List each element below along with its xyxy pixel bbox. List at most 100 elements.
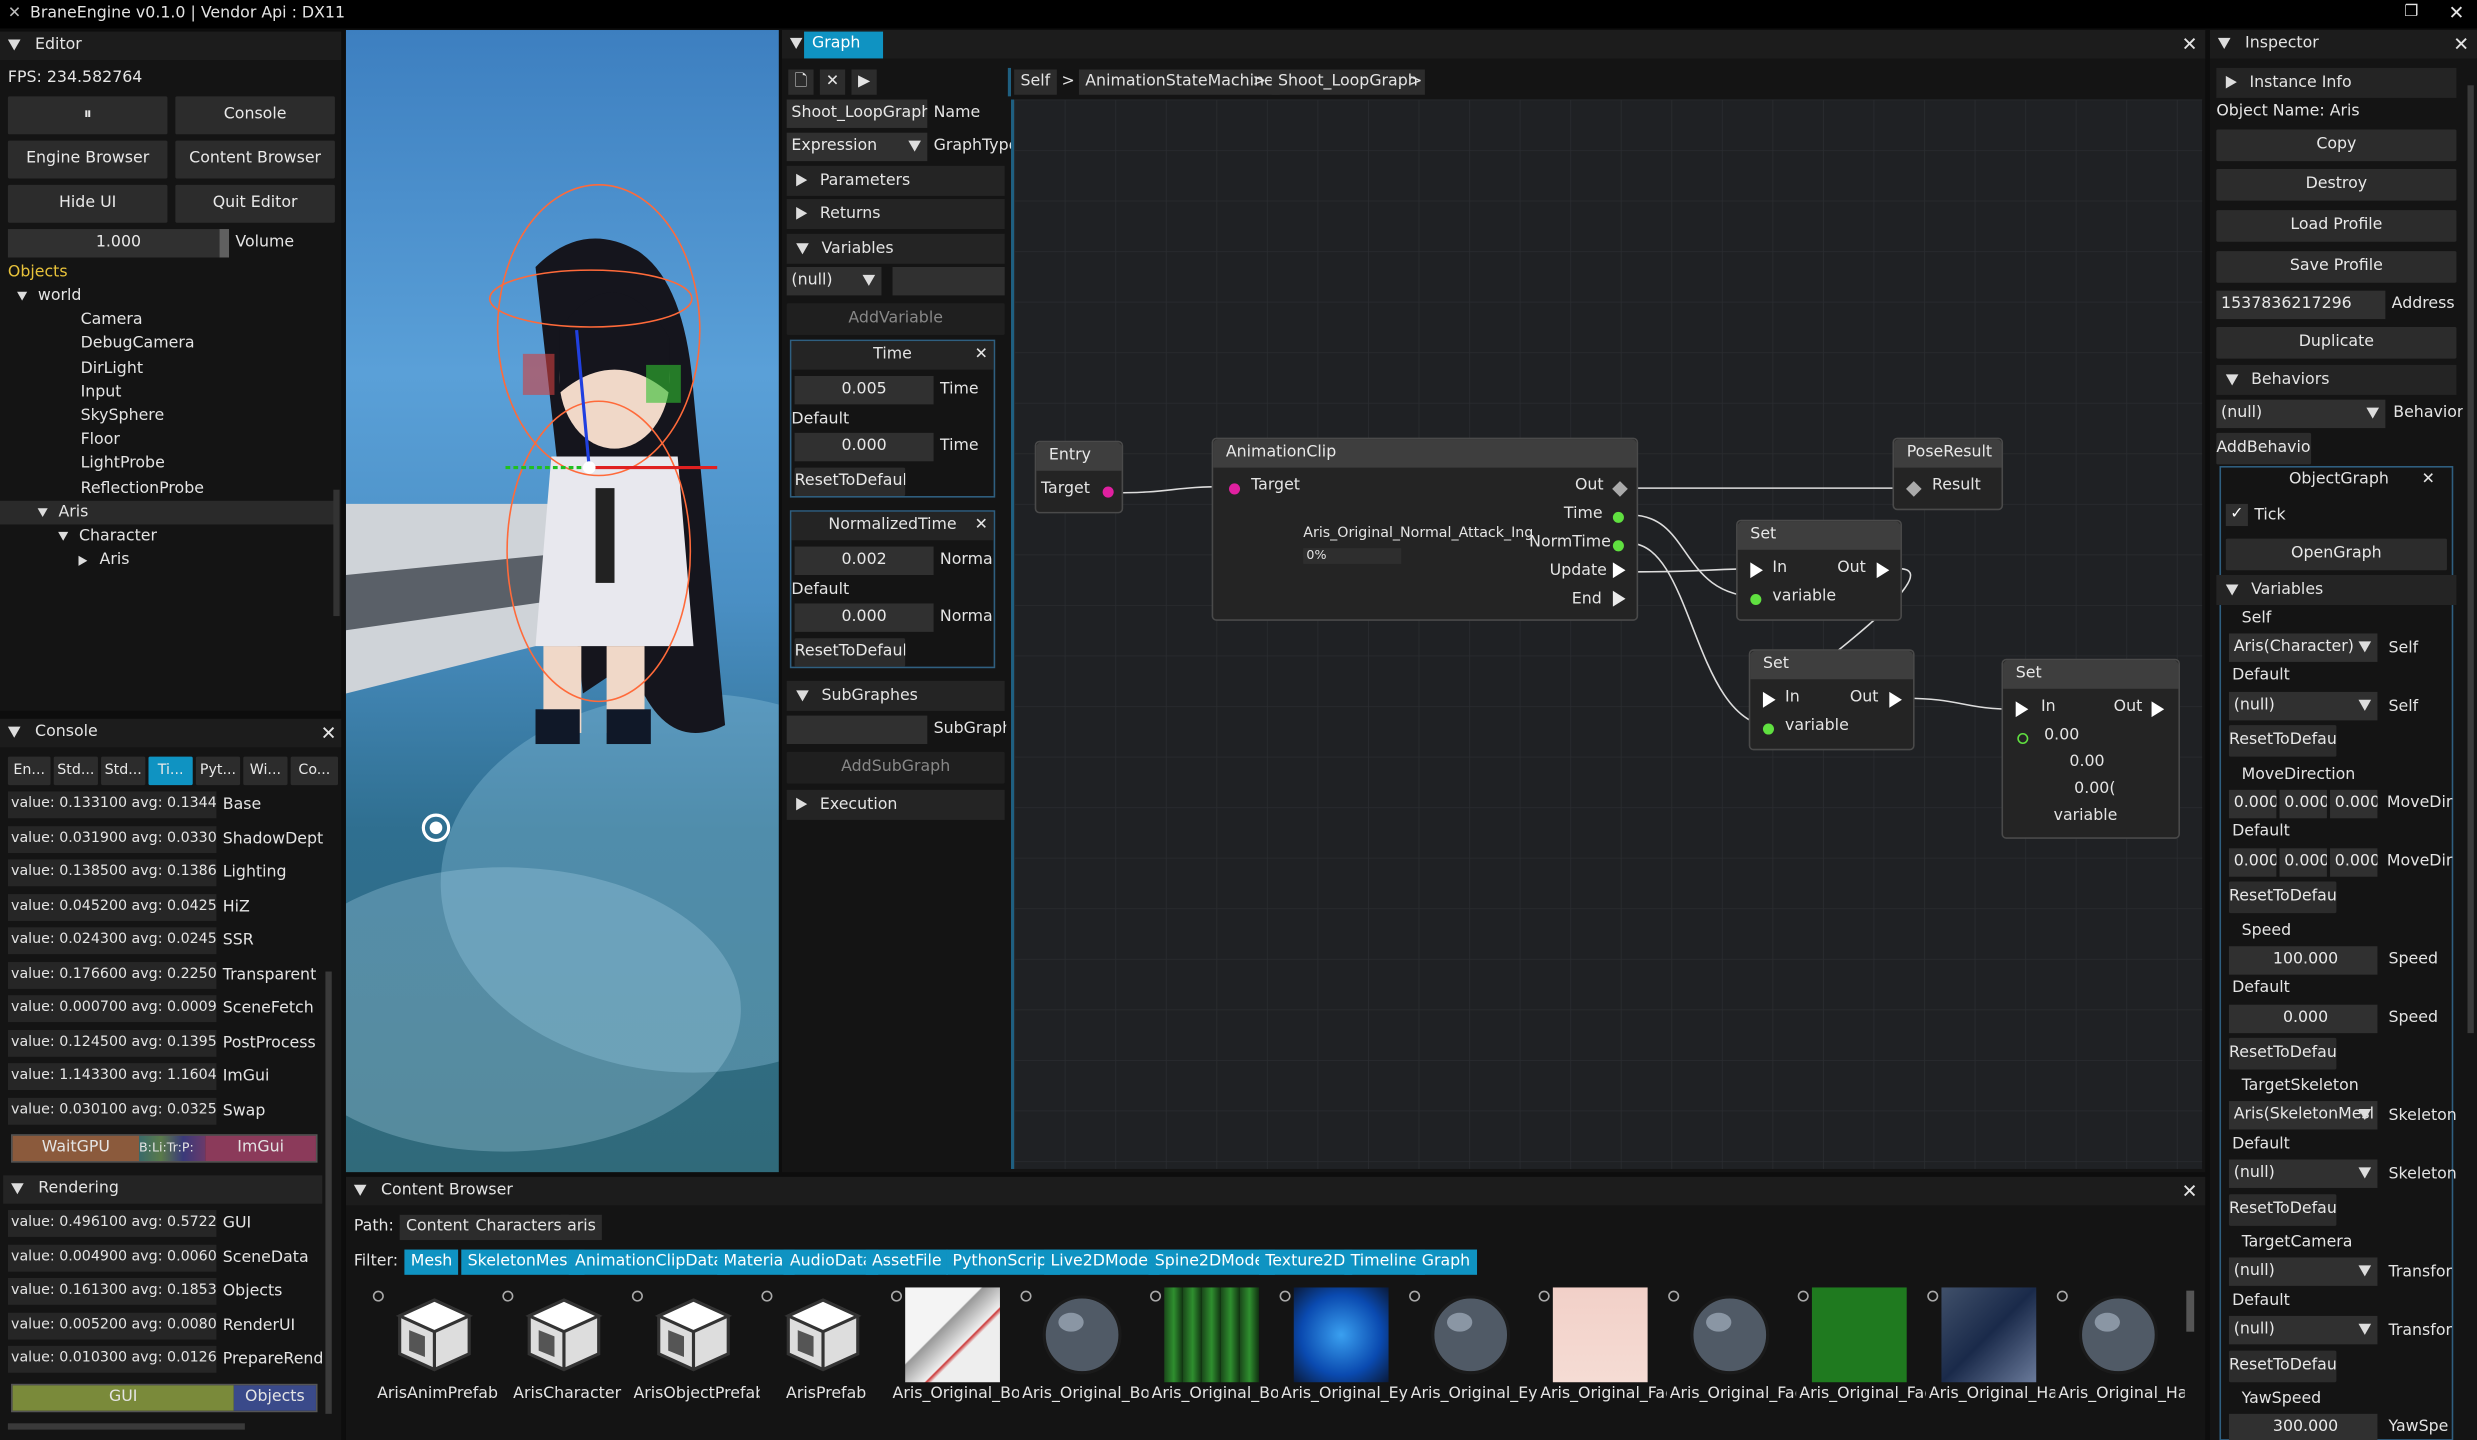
asset-tile[interactable]: ArisObjectPrefab [631,1287,760,1429]
add-variable-button[interactable]: AddVariable [786,303,1005,335]
yaw-speed-field[interactable]: 300.000 [2228,1413,2378,1440]
variables-section[interactable]: Variables [786,233,1005,264]
select-radio[interactable] [631,1290,643,1302]
select-radio[interactable] [761,1290,773,1302]
filter-chip[interactable]: AnimationClipData [568,1249,730,1275]
out-pin[interactable] [1889,691,1902,708]
filter-chip[interactable]: AssetFile [865,1249,948,1275]
breadcrumb-statemachine[interactable]: AnimationStateMachine [1078,69,1281,95]
tree-node[interactable]: ReflectionProbe [0,476,335,500]
time-pin[interactable] [1612,511,1624,523]
select-radio[interactable] [1538,1290,1550,1302]
set-node-2[interactable]: Set In Out variable [1748,649,1915,751]
filter-chip[interactable]: Graph [1415,1249,1477,1275]
update-pin[interactable] [1612,562,1626,579]
select-radio[interactable] [1927,1290,1939,1302]
move-dir-field[interactable]: 0.000 [2279,789,2327,819]
select-radio[interactable] [2056,1290,2068,1302]
target-pin[interactable] [1102,486,1114,498]
asset-tile[interactable]: Aris_Original_Face [1668,1287,1796,1429]
execution-section[interactable]: Execution [786,789,1005,820]
select-radio[interactable] [1668,1290,1680,1302]
inspector-scrollbar[interactable] [2467,85,2474,1034]
quit-editor-button[interactable]: Quit Editor [175,184,335,223]
end-pin[interactable] [1612,590,1626,607]
tree-node[interactable]: Camera [0,308,335,332]
select-radio[interactable] [502,1290,514,1302]
time-value-field[interactable]: 0.005 [794,375,934,405]
close-inspector-icon[interactable]: ✕ [2453,35,2469,54]
remove-variable-icon[interactable]: ✕ [975,346,988,365]
path-segment[interactable]: aris [560,1214,603,1241]
light-gizmo-icon[interactable] [420,810,452,842]
console-tab[interactable]: Wi... [243,756,288,786]
select-radio[interactable] [1150,1290,1162,1302]
asset-tile[interactable]: ArisAnimPrefab [372,1287,498,1429]
collapse-icon[interactable] [353,1183,367,1196]
tab-graph[interactable]: Graph [804,31,884,59]
reset-speed-button[interactable]: ResetToDefault [2228,1037,2337,1070]
breadcrumb-self[interactable]: Self [1014,69,1057,95]
out-pin[interactable] [2151,701,2165,718]
path-segment[interactable]: Characters [469,1214,569,1241]
asset-tile[interactable]: Aris_Original_Body [890,1287,1019,1429]
new-graph-icon[interactable]: 🗋 [788,69,814,95]
copy-button[interactable]: Copy [2216,129,2457,162]
save-profile-button[interactable]: Save Profile [2216,251,2457,283]
close-object-graph-icon[interactable]: ✕ [2422,471,2435,490]
filter-chip[interactable]: Material [717,1249,794,1275]
hide-ui-button[interactable]: Hide UI [7,184,168,223]
pause-button[interactable]: ⏸ [7,96,168,135]
close-content-browser-icon[interactable]: ✕ [2182,1182,2198,1201]
variable-name-field[interactable] [892,266,1005,296]
tree-node[interactable]: LightProbe [0,452,335,476]
select-radio[interactable] [890,1290,903,1302]
console-tab[interactable]: Std... [101,756,146,786]
restore-icon[interactable]: ❐ [2404,3,2418,20]
in-pin[interactable] [1762,691,1776,708]
behavior-select[interactable]: (null) [2216,399,2386,429]
tree-node[interactable]: Aris [0,548,335,572]
address-field[interactable]: 1537836217296 [2216,290,2386,320]
filter-chip[interactable]: Spine2DModel [1148,1249,1275,1275]
run-icon[interactable]: ▶ [851,69,877,95]
asset-tile[interactable]: Aris_Original_Face [1538,1287,1667,1429]
console-tab[interactable]: Co... [290,756,339,786]
open-graph-button[interactable]: OpenGraph [2225,538,2447,571]
collapse-icon[interactable] [7,38,21,50]
variable-pin[interactable] [1762,723,1775,735]
select-radio[interactable] [1279,1290,1291,1302]
console-button[interactable]: Console [175,96,335,135]
select-radio[interactable] [372,1290,384,1302]
volume-slider[interactable]: 1.000 [7,229,230,258]
skeleton-select[interactable]: Aris(SkeletonMesl [2228,1101,2378,1130]
pose-result-node[interactable]: PoseResult Result [1892,437,2004,511]
tree-expand-icon[interactable] [78,556,88,567]
subgraphs-section[interactable]: SubGraphes [786,680,1005,711]
variable-pin[interactable] [2017,732,2029,745]
duplicate-button[interactable]: Duplicate [2216,326,2457,359]
tree-expand-icon[interactable] [37,507,48,517]
select-radio[interactable] [1797,1290,1809,1302]
in-pin[interactable] [2015,701,2029,718]
asset-tile[interactable]: Aris_Original_HairM [2056,1287,2185,1429]
variables-section[interactable]: Variables [2216,575,2457,606]
camera-default-select[interactable]: (null) [2228,1315,2378,1345]
asset-tile[interactable]: Aris_Original_Body [1020,1287,1148,1429]
instance-info-section[interactable]: Instance Info [2216,67,2457,98]
move-dir-field[interactable]: 0.000 [2330,789,2378,819]
result-pin[interactable] [1905,481,1922,497]
asset-tile[interactable]: Aris_Original_Face [1797,1287,1926,1429]
volume-grab[interactable] [219,229,230,258]
tick-checkbox[interactable]: ✓ [2225,503,2248,527]
reset-camera-button[interactable]: ResetToDefault [2228,1350,2337,1383]
tree-node[interactable]: Input [0,380,335,404]
select-radio[interactable] [1409,1290,1421,1302]
skeleton-default-select[interactable]: (null) [2228,1159,2378,1188]
time-default-field[interactable]: 0.000 [794,432,934,462]
move-dir-default-field[interactable]: 0.000 [2330,848,2378,877]
camera-select[interactable]: (null) [2228,1257,2378,1286]
close-graph-icon[interactable]: ✕ [2182,35,2198,54]
load-profile-button[interactable]: Load Profile [2216,210,2457,242]
set-node-3[interactable]: Set In Out 0.00 0.00 0.00(variable [2001,658,2180,839]
